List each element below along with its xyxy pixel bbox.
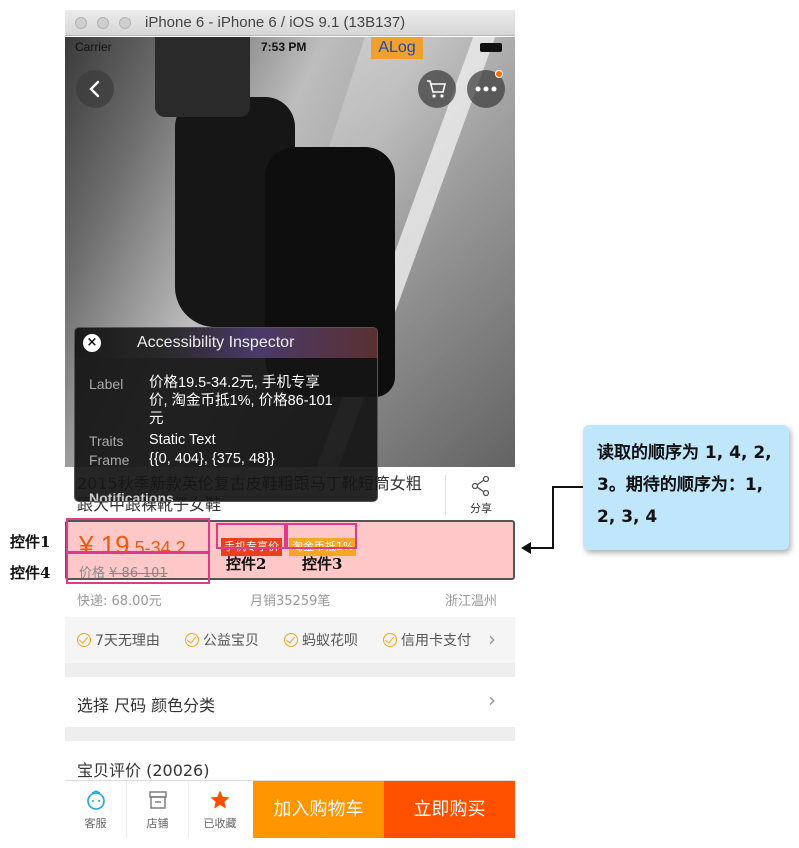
notification-dot <box>495 70 503 78</box>
cart-icon <box>427 80 447 98</box>
shipping-row: 快递: 68.00元 月销35259笔 浙江温州 <box>65 582 515 616</box>
close-icon[interactable]: × <box>83 334 101 352</box>
accessibility-inspector[interactable]: × Accessibility Inspector Label 价格19.5-3… <box>74 327 378 502</box>
buy-now-button[interactable]: 立即购买 <box>384 781 515 838</box>
minimize-window-icon[interactable] <box>97 17 109 29</box>
control4-label: 控件4 <box>10 564 51 582</box>
status-time: 7:53 PM <box>261 40 307 54</box>
service-label: 蚂蚁花呗 <box>302 633 358 649</box>
inspector-label-line1: 价格19.5-34.2元, 手机专享 <box>149 375 320 391</box>
service-item: 蚂蚁花呗 <box>284 630 358 650</box>
control2-highlight <box>216 523 286 549</box>
section-gap <box>65 663 515 677</box>
check-circle-icon <box>383 633 397 647</box>
inspector-label-line2: 价, 淘金币抵1%, 价格86-101 <box>149 393 333 409</box>
inspector-label-key: Label <box>89 376 124 392</box>
shipping-fee: 快递: 68.00元 <box>77 594 162 609</box>
control4-highlight <box>66 552 210 584</box>
shop-icon <box>148 791 167 809</box>
monthly-sales: 月销35259笔 <box>250 594 331 609</box>
service-label: 信用卡支付 <box>401 633 471 649</box>
share-label: 分享 <box>470 502 492 515</box>
inspector-notifications-key: Notifications <box>89 490 174 502</box>
control1-highlight <box>66 518 210 553</box>
shop-tab-label: 店铺 <box>146 817 169 830</box>
inspector-label-line3: 元 <box>149 411 164 427</box>
review-label: 宝贝评价 (20026) <box>77 761 210 780</box>
customer-service-icon <box>86 790 105 810</box>
chevron-right-icon: › <box>488 627 496 651</box>
section-gap <box>65 727 515 741</box>
simulator-titlebar: iPhone 6 - iPhone 6 / iOS 9.1 (13B137) <box>65 10 515 36</box>
control2-label: 控件2 <box>226 555 267 573</box>
chevron-left-icon <box>89 80 100 98</box>
spec-label: 选择 尺码 颜色分类 <box>77 696 216 715</box>
service-tab[interactable]: 客服 <box>65 781 127 838</box>
inspector-traits-value: Static Text <box>149 432 216 448</box>
service-item: 7天无理由 <box>77 630 160 650</box>
share-icon <box>471 475 490 497</box>
check-circle-icon <box>185 633 199 647</box>
service-tab-label: 客服 <box>84 817 107 830</box>
bottom-bar: 客服 店铺 已收藏 加入购物车 立即购买 <box>65 780 515 838</box>
add-to-cart-button[interactable]: 加入购物车 <box>253 781 384 838</box>
inspector-frame-key: Frame <box>89 452 130 468</box>
ship-location: 浙江温州 <box>445 594 498 609</box>
zoom-window-icon[interactable] <box>119 17 131 29</box>
check-circle-icon <box>284 633 298 647</box>
check-circle-icon <box>77 633 91 647</box>
more-button[interactable] <box>467 70 505 108</box>
review-row[interactable]: 宝贝评价 (20026) <box>65 741 515 781</box>
back-button[interactable] <box>76 70 114 108</box>
inspector-frame-value: {{0, 404}, {375, 48}} <box>149 451 275 467</box>
reading-order-callout: 读取的顺序为 1, 4, 2, 3。期待的顺序为：1, 2, 3, 4 <box>583 425 789 550</box>
simulator-title: iPhone 6 - iPhone 6 / iOS 9.1 (13B137) <box>145 14 406 31</box>
alog-badge[interactable]: ALog <box>371 37 423 59</box>
carrier-label: Carrier <box>75 40 112 54</box>
favorite-tab[interactable]: 已收藏 <box>189 781 251 838</box>
shop-tab[interactable]: 店铺 <box>127 781 189 838</box>
share-button[interactable]: 分享 <box>461 475 501 516</box>
service-item: 信用卡支付 <box>383 630 471 650</box>
cart-button[interactable] <box>418 70 456 108</box>
more-dots-icon <box>475 86 497 92</box>
battery-icon <box>480 43 502 52</box>
status-bar: Carrier 7:53 PM ALog <box>65 37 515 59</box>
service-label: 公益宝贝 <box>203 633 259 649</box>
favorite-tab-label: 已收藏 <box>203 817 237 830</box>
service-item: 公益宝贝 <box>185 630 259 650</box>
spec-select-row[interactable]: 选择 尺码 颜色分类 › <box>65 677 515 727</box>
inspector-traits-key: Traits <box>89 433 124 449</box>
star-icon <box>210 790 230 809</box>
chevron-right-icon: › <box>488 688 496 712</box>
inspector-title: Accessibility Inspector <box>137 334 295 351</box>
control1-label: 控件1 <box>10 533 51 551</box>
inspector-header[interactable]: × Accessibility Inspector <box>75 328 377 358</box>
control3-highlight <box>286 523 357 549</box>
service-label: 7天无理由 <box>95 633 160 649</box>
close-window-icon[interactable] <box>75 17 87 29</box>
control3-label: 控件3 <box>302 555 343 573</box>
share-divider <box>445 475 446 515</box>
services-row[interactable]: 7天无理由 公益宝贝 蚂蚁花呗 信用卡支付 › <box>65 617 515 663</box>
connector-arrow <box>521 486 583 554</box>
